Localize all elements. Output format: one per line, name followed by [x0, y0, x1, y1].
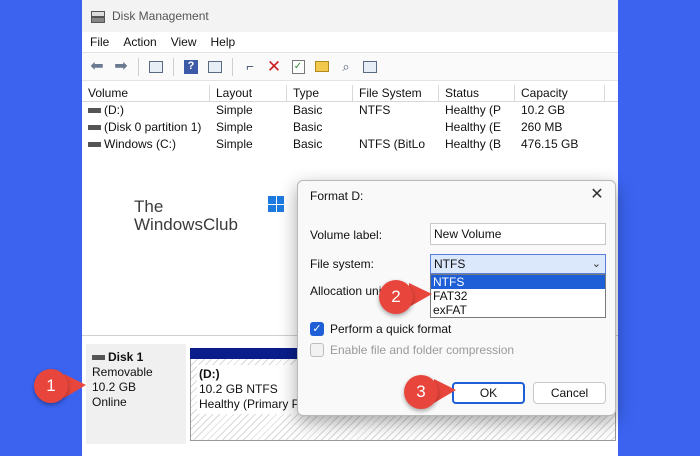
menu-file[interactable]: File: [90, 35, 109, 49]
quick-format-label: Perform a quick format: [330, 322, 452, 336]
column-volume[interactable]: Volume: [82, 85, 210, 101]
disk-info[interactable]: Disk 1 Removable 10.2 GB Online: [86, 344, 186, 444]
cell-volume: (D:): [82, 102, 210, 119]
cell-capacity: 10.2 GB: [521, 103, 566, 117]
toolbar-separator: [138, 57, 139, 76]
cell-layout: Simple: [216, 120, 253, 134]
cell-status: Healthy (P: [445, 103, 502, 117]
console-tree-icon[interactable]: [145, 57, 167, 77]
cell-capacity: 260 MB: [521, 120, 563, 134]
cell-volume: (Disk 0 partition 1): [82, 119, 210, 136]
drive-icon: [88, 108, 101, 114]
forward-arrow-icon[interactable]: ➡: [110, 57, 132, 77]
menu-bar: File Action View Help: [82, 32, 618, 52]
cell-type: Basic: [293, 103, 323, 117]
check-icon[interactable]: ✓: [287, 57, 309, 77]
option-ntfs[interactable]: NTFS: [431, 275, 605, 289]
disk-kind: Removable: [92, 365, 153, 379]
toolbar: ⬅ ➡ ? ⌐ ✕ ✓ ⌕: [82, 52, 618, 81]
folder-up-icon[interactable]: [311, 57, 333, 77]
windows-logo-icon: [268, 196, 284, 212]
compression-checkbox: [310, 343, 324, 357]
cell-layout: Simple: [216, 137, 253, 151]
option-exfat[interactable]: exFAT: [431, 303, 605, 317]
option-fat32[interactable]: FAT32: [431, 289, 605, 303]
format-dialog: Format D: ✕ Volume label: New Volume Fil…: [297, 180, 616, 416]
delete-x-icon[interactable]: ✕: [263, 57, 285, 77]
ok-button[interactable]: OK: [452, 382, 525, 404]
disk-icon: [92, 355, 105, 361]
title-bar: Disk Management: [82, 0, 618, 32]
file-system-selected: NTFS: [434, 257, 466, 271]
drive-icon: [88, 142, 101, 148]
window-title: Disk Management: [112, 9, 209, 23]
connect-icon[interactable]: ⌐: [239, 57, 261, 77]
step-badge-1: 1: [34, 369, 68, 403]
watermark-line-1: The: [134, 197, 164, 216]
cell-file-system: NTFS (BitLo: [359, 137, 426, 151]
disk-name: Disk 1: [92, 350, 186, 365]
file-system-dropdown: NTFS FAT32 exFAT: [430, 274, 606, 318]
menu-view[interactable]: View: [171, 35, 197, 49]
volume-label-input[interactable]: New Volume: [430, 223, 606, 245]
close-icon[interactable]: ✕: [587, 185, 607, 205]
watermark-line-2: WindowsClub: [134, 215, 238, 234]
dialog-title: Format D:: [310, 189, 364, 203]
disk-management-icon: [90, 10, 105, 23]
table-row[interactable]: (D:) Simple Basic NTFS Healthy (P 10.2 G…: [82, 102, 618, 119]
file-system-label: File system:: [310, 257, 375, 271]
menu-action[interactable]: Action: [123, 35, 156, 49]
column-type[interactable]: Type: [287, 85, 353, 101]
step-badge-2: 2: [379, 280, 413, 314]
table-row[interactable]: Windows (C:) Simple Basic NTFS (BitLo He…: [82, 136, 618, 153]
column-file-system[interactable]: File System: [353, 85, 439, 101]
cell-file-system: [353, 119, 439, 136]
toolbar-separator: [232, 57, 233, 76]
search-icon[interactable]: ⌕: [335, 57, 357, 77]
step-badge-3: 3: [404, 375, 438, 409]
chevron-down-icon: ⌄: [591, 258, 601, 270]
compression-label: Enable file and folder compression: [330, 343, 515, 357]
allocation-unit-label: Allocation unit: [310, 284, 385, 298]
cell-volume: Windows (C:): [82, 136, 210, 153]
table-row[interactable]: (Disk 0 partition 1) Simple Basic Health…: [82, 119, 618, 136]
volume-label-label: Volume label:: [310, 228, 383, 242]
cell-type: Basic: [293, 120, 323, 134]
properties-icon[interactable]: [204, 57, 226, 77]
file-system-select[interactable]: NTFS ⌄: [430, 254, 606, 274]
cell-status: Healthy (B: [445, 137, 502, 151]
column-capacity[interactable]: Capacity: [515, 85, 605, 101]
disk-state: Online: [92, 395, 127, 409]
cell-layout: Simple: [216, 103, 253, 117]
column-status[interactable]: Status: [439, 85, 515, 101]
cell-file-system: NTFS: [359, 103, 391, 117]
toolbar-separator: [173, 57, 174, 76]
column-layout[interactable]: Layout: [210, 85, 287, 101]
cancel-button[interactable]: Cancel: [533, 382, 606, 404]
cell-type: Basic: [293, 137, 323, 151]
watermark-logo: The WindowsClub: [134, 196, 284, 234]
help-icon[interactable]: ?: [180, 57, 202, 77]
quick-format-checkbox[interactable]: ✓: [310, 322, 324, 336]
list-view-icon[interactable]: [359, 57, 381, 77]
drive-icon: [88, 125, 101, 131]
volume-list-header: Volume Layout Type File System Status Ca…: [82, 85, 618, 102]
cell-capacity: 476.15 GB: [521, 137, 579, 151]
disk-size: 10.2 GB: [92, 380, 137, 394]
menu-help[interactable]: Help: [211, 35, 236, 49]
cell-status: Healthy (E: [445, 120, 502, 134]
back-arrow-icon[interactable]: ⬅: [86, 57, 108, 77]
